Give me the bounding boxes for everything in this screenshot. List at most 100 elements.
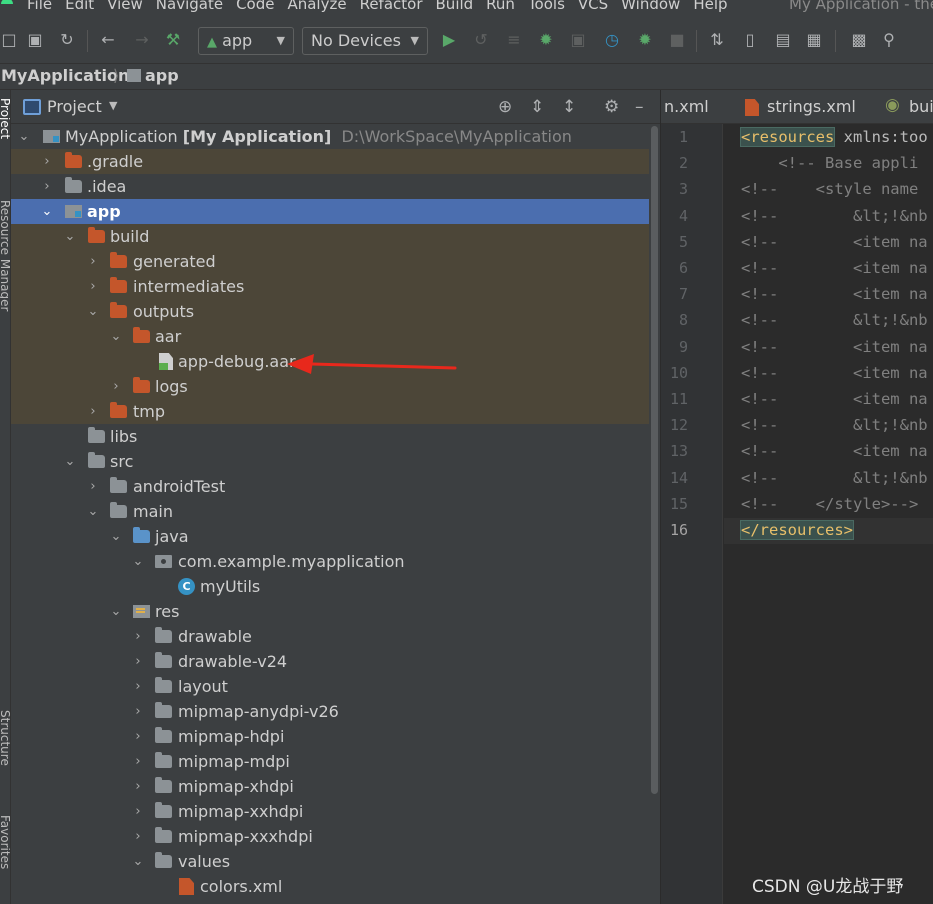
stop-icon[interactable]: ■ [668, 31, 686, 49]
chevron-down-icon[interactable]: ⌄ [86, 299, 100, 324]
chevron-right-icon[interactable]: › [131, 774, 145, 799]
menu-run[interactable]: Run [486, 0, 515, 12]
tree-row-mipmap-mdpi[interactable]: › mipmap-mdpi [11, 749, 649, 774]
tree-row-outputs[interactable]: ⌄ outputs [11, 299, 649, 324]
collapse-all-icon[interactable]: ↕ [562, 97, 576, 117]
chevron-right-icon[interactable]: › [40, 149, 54, 174]
debug-icon[interactable]: ✹ [537, 31, 555, 49]
profile-icon[interactable]: ◷ [603, 31, 621, 49]
project-structure-icon[interactable]: ▦ [805, 31, 823, 49]
tree-row-generated[interactable]: › generated [11, 249, 649, 274]
tree-row-drawable-v24[interactable]: › drawable-v24 [11, 649, 649, 674]
chevron-right-icon[interactable]: › [131, 674, 145, 699]
resource-manager-tool-tab[interactable]: Resource Manager [0, 200, 10, 311]
make-project-hammer-icon[interactable]: ⚒ [164, 31, 182, 49]
tree-row-layout[interactable]: › layout [11, 674, 649, 699]
editor-tab-build-gradle[interactable]: bui [909, 97, 933, 116]
chevron-right-icon[interactable]: › [131, 724, 145, 749]
chevron-right-icon[interactable]: › [131, 749, 145, 774]
chevron-down-icon[interactable]: ⌄ [63, 224, 77, 249]
tree-row-root[interactable]: ⌄ MyApplication [My Application] D:\Work… [11, 124, 649, 149]
chevron-down-icon[interactable]: ⌄ [109, 324, 123, 349]
structure-tool-tab[interactable]: Structure [0, 710, 10, 766]
gradle-sync-icon[interactable]: ⇅ [708, 31, 726, 49]
chevron-down-icon[interactable]: ⌄ [131, 849, 145, 874]
chevron-down-icon[interactable]: ⌄ [131, 549, 145, 574]
tree-row-mipmap-anydpi-v26[interactable]: › mipmap-anydpi-v26 [11, 699, 649, 724]
tree-row-myutils[interactable]: C myUtils [11, 574, 649, 599]
attach-debugger-icon[interactable]: ▣ [569, 31, 587, 49]
open-folder-icon[interactable]: □ [0, 31, 18, 49]
chevron-down-icon[interactable]: ⌄ [40, 199, 54, 224]
chevron-down-icon[interactable]: ⌄ [17, 124, 31, 149]
menu-view[interactable]: View [107, 0, 143, 12]
chevron-right-icon[interactable]: › [86, 474, 100, 499]
save-icon[interactable]: ▣ [26, 31, 44, 49]
chevron-down-icon[interactable]: ⌄ [63, 449, 77, 474]
tree-row-mipmap-xxxhdpi[interactable]: › mipmap-xxxhdpi [11, 824, 649, 849]
layout-inspector-icon[interactable]: ▩ [850, 31, 868, 49]
menu-file[interactable]: File [27, 0, 52, 12]
tree-row-androidtest[interactable]: › androidTest [11, 474, 649, 499]
tree-row-drawable[interactable]: › drawable [11, 624, 649, 649]
tree-row-main[interactable]: ⌄ main [11, 499, 649, 524]
chevron-right-icon[interactable]: › [86, 249, 100, 274]
menu-navigate[interactable]: Navigate [156, 0, 223, 12]
menu-refactor[interactable]: Refactor [360, 0, 423, 12]
tree-row-src[interactable]: ⌄ src [11, 449, 649, 474]
tree-row-mipmap-xhdpi[interactable]: › mipmap-xhdpi [11, 774, 649, 799]
chevron-down-icon[interactable]: ⌄ [109, 524, 123, 549]
sdk-manager-icon[interactable]: ▤ [774, 31, 792, 49]
tree-row-tmp[interactable]: › tmp [11, 399, 649, 424]
tree-row-idea[interactable]: › .idea [11, 174, 649, 199]
tree-row-logs[interactable]: › logs [11, 374, 649, 399]
tree-row-mipmap-hdpi[interactable]: › mipmap-hdpi [11, 724, 649, 749]
back-icon[interactable]: ← [99, 31, 117, 49]
expand-all-icon[interactable]: ⇕ [530, 97, 544, 117]
tree-row-values[interactable]: ⌄ values [11, 849, 649, 874]
tree-row-gradle[interactable]: › .gradle [11, 149, 649, 174]
menu-build[interactable]: Build [436, 0, 474, 12]
apply-code-changes-icon[interactable]: ≡ [505, 31, 523, 49]
tree-row-res[interactable]: ⌄ res [11, 599, 649, 624]
tree-row-intermediates[interactable]: › intermediates [11, 274, 649, 299]
chevron-right-icon[interactable]: › [86, 399, 100, 424]
chevron-right-icon[interactable]: › [131, 624, 145, 649]
run-icon[interactable]: ▶ [440, 31, 458, 49]
breadcrumb-project[interactable]: MyApplication [1, 64, 129, 88]
menu-edit[interactable]: Edit [65, 0, 94, 12]
chevron-right-icon[interactable]: › [131, 824, 145, 849]
chevron-down-icon[interactable]: ⌄ [86, 499, 100, 524]
menu-window[interactable]: Window [621, 0, 680, 12]
favorites-tool-tab[interactable]: Favorites [0, 815, 10, 869]
project-tool-tab[interactable]: Project [0, 98, 10, 139]
chevron-right-icon[interactable]: › [131, 699, 145, 724]
search-icon[interactable]: ⚲ [880, 31, 898, 49]
run-config-select[interactable]: ▲ app ▼ [198, 27, 294, 55]
tree-row-app[interactable]: ⌄ app [11, 199, 649, 224]
tree-row-libs[interactable]: libs [11, 424, 649, 449]
tree-row-java[interactable]: ⌄ java [11, 524, 649, 549]
tree-row-aar[interactable]: ⌄ aar [11, 324, 649, 349]
chevron-right-icon[interactable]: › [86, 274, 100, 299]
menu-help[interactable]: Help [693, 0, 727, 12]
chevron-right-icon[interactable]: › [131, 649, 145, 674]
chevron-right-icon[interactable]: › [40, 174, 54, 199]
gear-icon[interactable]: ⚙ [604, 97, 619, 117]
tree-scrollbar-thumb[interactable] [651, 126, 658, 794]
code-editor[interactable]: <resources xmlns:too <!-- Base appli <!--… [724, 124, 933, 904]
menu-vcs[interactable]: VCS [578, 0, 608, 12]
menu-code[interactable]: Code [236, 0, 274, 12]
menu-tools[interactable]: Tools [528, 0, 565, 12]
run-tests-icon[interactable]: ✹ [636, 31, 654, 49]
tree-row-mipmap-xxhdpi[interactable]: › mipmap-xxhdpi [11, 799, 649, 824]
chevron-down-icon[interactable]: ⌄ [109, 599, 123, 624]
apply-changes-icon[interactable]: ↺ [472, 31, 490, 49]
locate-file-icon[interactable]: ⊕ [498, 97, 512, 117]
editor-tab-1[interactable]: n.xml [664, 97, 709, 116]
tree-row-app-debug-aar[interactable]: app-debug.aar [11, 349, 649, 374]
chevron-right-icon[interactable]: › [109, 374, 123, 399]
device-select[interactable]: No Devices ▼ [302, 27, 428, 55]
avd-manager-icon[interactable]: ▯ [741, 31, 759, 49]
tree-row-build[interactable]: ⌄ build [11, 224, 649, 249]
